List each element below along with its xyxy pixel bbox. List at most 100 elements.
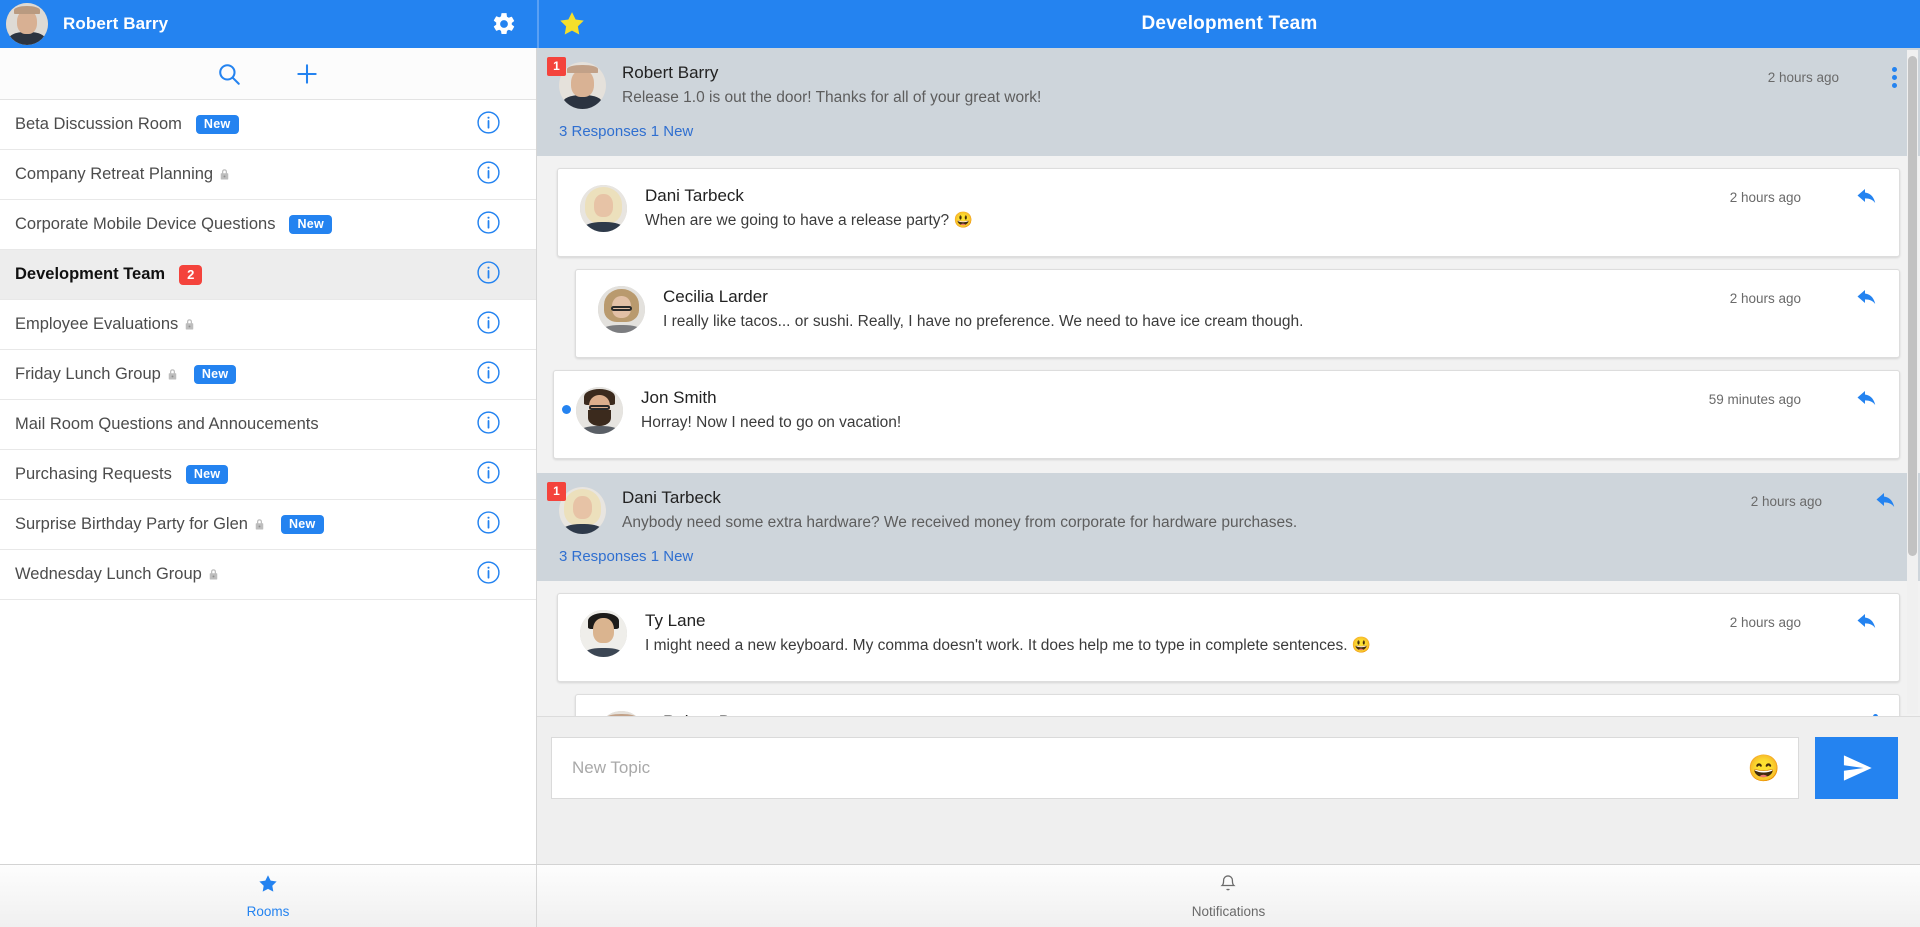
lock-icon xyxy=(217,167,232,182)
status-badge: 2 xyxy=(179,264,203,285)
sidebar-item-mail-room-questions-and-annoucements[interactable]: Mail Room Questions and Annoucements xyxy=(0,400,536,450)
badge-new: New xyxy=(289,215,333,234)
message-text: I might need a new keyboard. My comma do… xyxy=(645,637,1372,654)
message-meta: 2 hours ago xyxy=(1751,489,1900,513)
lock-icon xyxy=(165,367,180,382)
gear-icon[interactable] xyxy=(491,0,517,48)
reply-arrow-icon[interactable] xyxy=(1853,185,1881,209)
topic-header[interactable]: 1 Dani Tarbeck Anybody need some extra har… xyxy=(537,473,1920,538)
message-author: Robert Barry xyxy=(622,63,719,82)
message-author: Dani Tarbeck xyxy=(645,186,744,205)
sidebar-item-friday-lunch-group[interactable]: Friday Lunch Group New xyxy=(0,350,536,400)
composer-box[interactable]: 😄 xyxy=(551,737,1799,799)
reply-card[interactable]: Dani Tarbeck When are we going to have a … xyxy=(557,168,1900,257)
info-icon[interactable] xyxy=(476,310,501,340)
sidebar-item-wednesday-lunch-group[interactable]: Wednesday Lunch Group xyxy=(0,550,536,600)
responses-link[interactable]: 3 Responses 1 New xyxy=(537,113,1920,156)
badge-new: New xyxy=(193,365,237,384)
lock-icon xyxy=(252,517,267,532)
sidebar-item-label: Mail Room Questions and Annoucements xyxy=(15,415,319,433)
search-icon[interactable] xyxy=(216,61,242,87)
responses-link[interactable]: 3 Responses 1 New xyxy=(537,538,1920,581)
sidebar: Beta Discussion Room New Company Retreat P… xyxy=(0,48,537,864)
topic-block: 1 Robert Barry Release 1.0 is out the door… xyxy=(537,48,1920,156)
message-author: Ty Lane xyxy=(645,611,706,630)
reply-card[interactable]: Cecilia Larder I really like tacos... or … xyxy=(575,269,1900,358)
info-icon[interactable] xyxy=(476,210,501,240)
reply-card[interactable]: Ty Lane I might need a new keyboard. My c… xyxy=(557,593,1900,682)
message-text: I really like tacos... or sushi. Really,… xyxy=(663,313,1304,330)
avatar xyxy=(580,185,627,232)
smiley-icon[interactable]: 😄 xyxy=(1748,755,1780,781)
sidebar-item-company-retreat-planning[interactable]: Company Retreat Planning xyxy=(0,150,536,200)
sidebar-item-label: Development Team xyxy=(15,265,166,283)
sidebar-item-development-team[interactable]: Development Team 2 xyxy=(0,250,536,300)
message-meta: 2 hours ago xyxy=(1730,610,1881,634)
sidebar-item-beta-discussion-room[interactable]: Beta Discussion Room New xyxy=(0,100,536,150)
star-icon xyxy=(257,873,279,900)
info-icon[interactable] xyxy=(476,410,501,440)
badge-new: New xyxy=(195,115,239,134)
topic-block: 1 Dani Tarbeck Anybody need some extra har… xyxy=(537,473,1920,581)
plus-icon[interactable] xyxy=(294,61,320,87)
message-text: Anybody need some extra hardware? We rec… xyxy=(622,514,1298,531)
sidebar-item-label: Surprise Birthday Party for Glen xyxy=(15,515,248,533)
top-bar-room: Development Team xyxy=(539,0,1920,48)
nav-item-rooms[interactable]: Rooms xyxy=(246,873,290,919)
new-topic-input[interactable] xyxy=(572,758,1778,778)
rooms-list: Beta Discussion Room New Company Retreat P… xyxy=(0,100,536,864)
lock-icon xyxy=(206,567,221,582)
topic-header[interactable]: 1 Robert Barry Release 1.0 is out the door… xyxy=(537,48,1920,113)
message-text: Release 1.0 is out the door! Thanks for … xyxy=(622,89,1042,106)
sidebar-item-surprise-birthday-party-for-glen[interactable]: Surprise Birthday Party for Glen New xyxy=(0,500,536,550)
reply-arrow-icon[interactable] xyxy=(1853,610,1881,634)
info-icon[interactable] xyxy=(476,560,501,590)
info-icon[interactable] xyxy=(476,360,501,390)
sidebar-item-label: Company Retreat Planning xyxy=(15,165,214,183)
kebab-menu-icon[interactable] xyxy=(1889,64,1900,91)
message-timestamp: 2 hours ago xyxy=(1729,189,1801,205)
unread-dot xyxy=(562,405,571,414)
nav-item-rooms-label: Rooms xyxy=(246,904,290,919)
bottom-nav: Rooms Notifications xyxy=(0,864,1920,927)
message-author: Cecilia Larder xyxy=(663,287,768,306)
nav-item-notifications-label: Notifications xyxy=(1191,904,1266,919)
message-timestamp: 59 minutes ago xyxy=(1708,391,1801,407)
reply-arrow-icon[interactable] xyxy=(1853,286,1881,310)
avatar xyxy=(576,387,623,434)
nav-item-notifications[interactable]: Notifications xyxy=(1191,873,1266,919)
sidebar-item-purchasing-requests[interactable]: Purchasing Requests New xyxy=(0,450,536,500)
composer: 😄 xyxy=(537,716,1920,864)
message-timestamp: 2 hours ago xyxy=(1750,493,1822,509)
message-timestamp: 2 hours ago xyxy=(1729,614,1801,630)
message-author: Dani Tarbeck xyxy=(622,488,721,507)
page-title: Development Team xyxy=(1141,13,1318,34)
reply-arrow-icon[interactable] xyxy=(1853,387,1881,411)
message-timestamp: 2 hours ago xyxy=(1729,290,1801,306)
sidebar-item-employee-evaluations[interactable]: Employee Evaluations xyxy=(0,300,536,350)
unread-count-badge: 1 xyxy=(547,482,566,501)
chat-scrollbar-thumb[interactable] xyxy=(1908,56,1917,556)
sidebar-item-label: Beta Discussion Room xyxy=(15,115,182,133)
avatar xyxy=(559,487,606,534)
chat-panel: 1 Robert Barry Release 1.0 is out the door… xyxy=(537,48,1920,864)
top-bar: Robert Barry Development Team xyxy=(0,0,1920,48)
sidebar-toolbar xyxy=(0,48,536,100)
top-bar-profile[interactable]: Robert Barry xyxy=(0,0,537,48)
info-icon[interactable] xyxy=(476,160,501,190)
send-button[interactable] xyxy=(1815,737,1898,799)
reply-card[interactable]: Jon Smith Horray! Now I need to go on vac… xyxy=(553,370,1900,459)
reply-arrow-icon[interactable] xyxy=(1872,489,1900,513)
info-icon[interactable] xyxy=(476,110,501,140)
avatar xyxy=(6,3,48,45)
message-text: When are we going to have a release part… xyxy=(645,212,973,229)
body: Beta Discussion Room New Company Retreat P… xyxy=(0,48,1920,864)
info-icon[interactable] xyxy=(476,260,501,290)
info-icon[interactable] xyxy=(476,510,501,540)
star-icon[interactable] xyxy=(557,9,587,39)
chat-scrollbar[interactable] xyxy=(1907,50,1918,714)
info-icon[interactable] xyxy=(476,460,501,490)
sidebar-item-corporate-mobile-device-questions[interactable]: Corporate Mobile Device Questions New xyxy=(0,200,536,250)
sidebar-item-label: Wednesday Lunch Group xyxy=(15,565,202,583)
message-meta: 59 minutes ago xyxy=(1709,387,1881,411)
